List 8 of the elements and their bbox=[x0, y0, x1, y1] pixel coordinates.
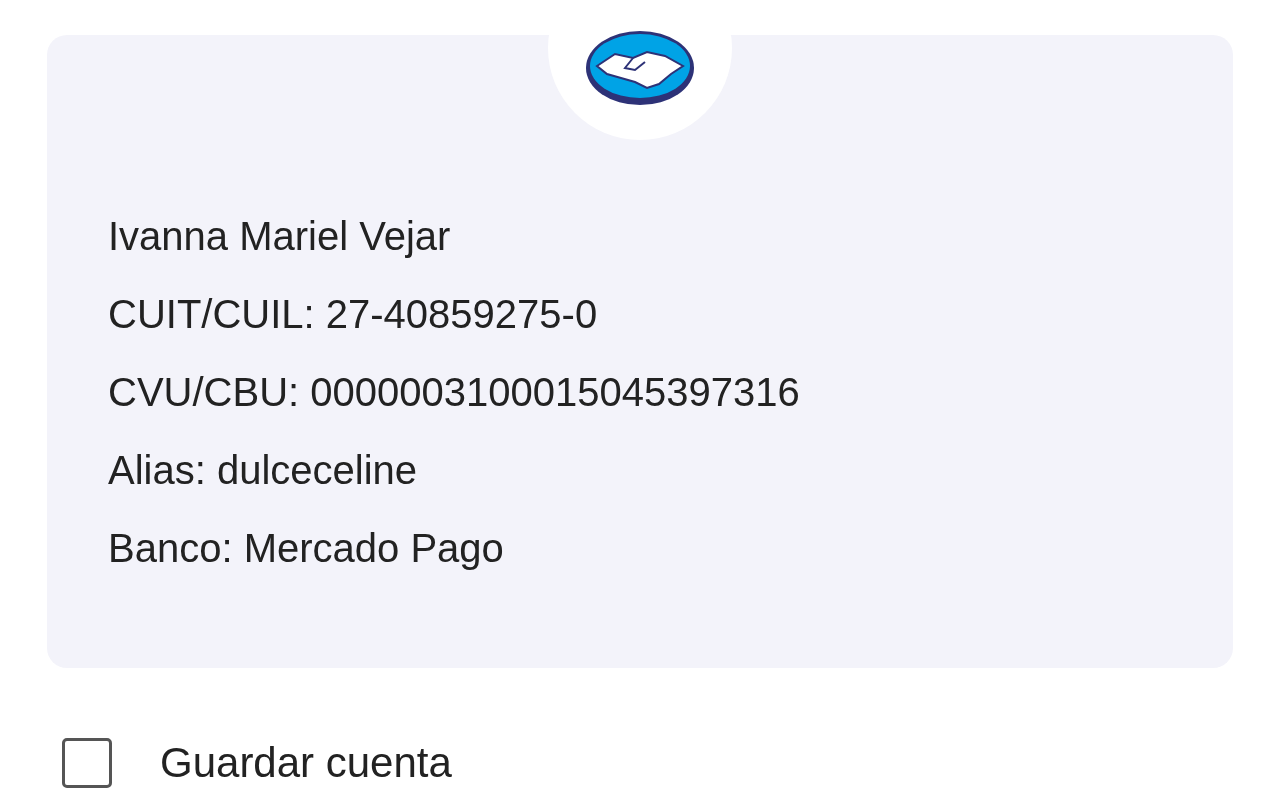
account-detail: Alias: dulceceline bbox=[108, 447, 419, 494]
account-detail: Ivanna Mariel Vejar bbox=[108, 213, 452, 260]
account-detail: CUIT/CUIL: 27-40859275-0 bbox=[108, 291, 599, 338]
checkbox-label: Guardar cuenta bbox=[160, 739, 452, 787]
handshake-logo-icon bbox=[585, 30, 695, 106]
account-detail: Banco: Mercado Pago bbox=[108, 525, 505, 572]
account-detail: CVU/CBU: 0000003100015045397316 bbox=[108, 369, 801, 416]
checkbox[interactable] bbox=[62, 738, 112, 788]
